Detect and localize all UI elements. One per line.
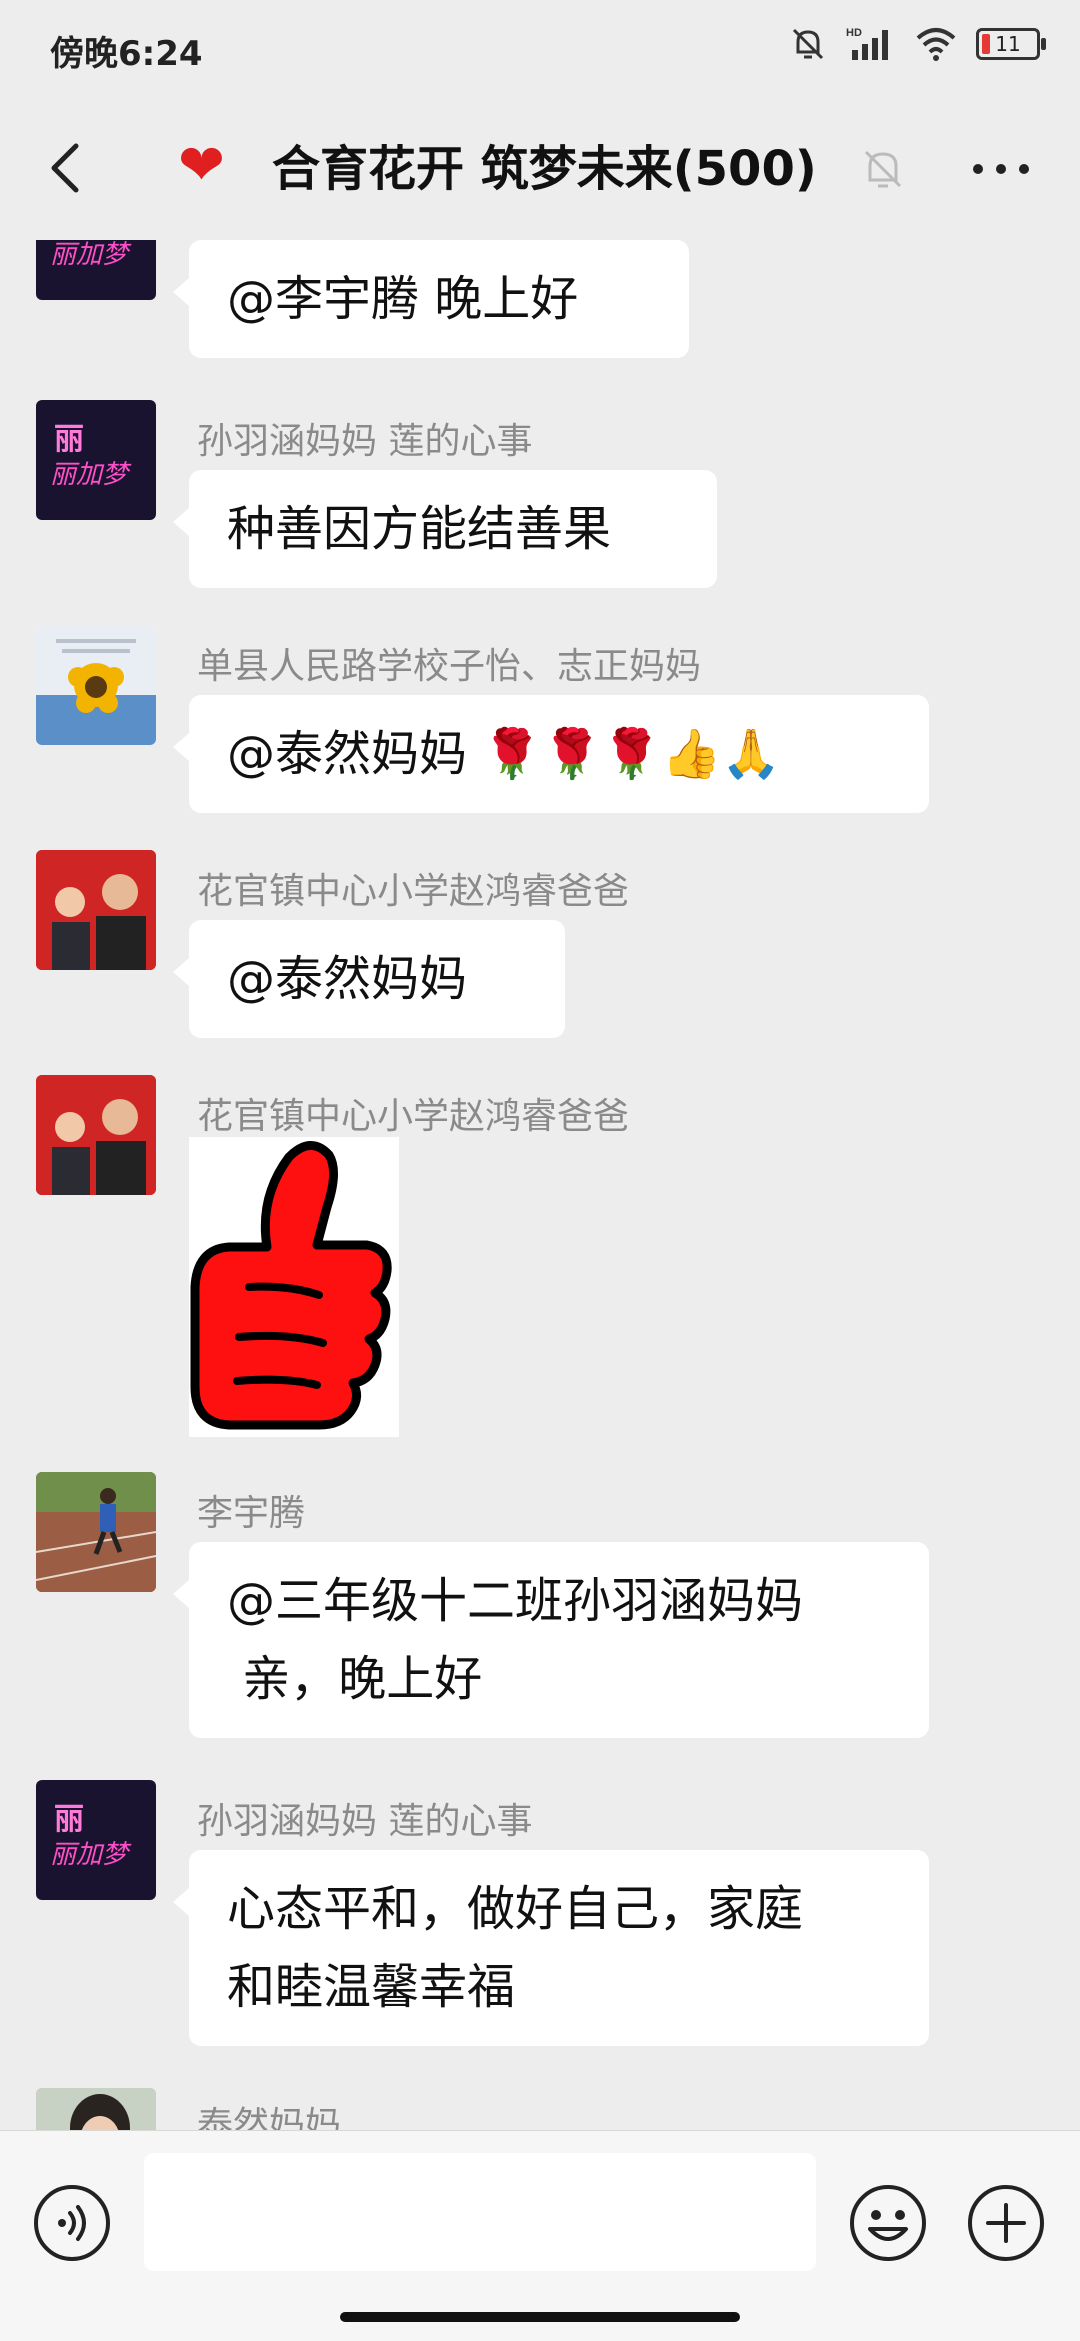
muted-bell-icon bbox=[864, 150, 902, 188]
avatar-script-text: 丽加梦 bbox=[50, 460, 129, 490]
status-bar: 傍晚6:24 HD 11 bbox=[0, 0, 1080, 100]
avatar[interactable]: 丽 丽加梦 bbox=[36, 1780, 156, 1900]
message-text: @泰然妈妈 bbox=[227, 951, 468, 1007]
avatar-script-text: 丽加梦 bbox=[50, 1840, 129, 1870]
plus-icon[interactable] bbox=[966, 2183, 1046, 2263]
status-time: 傍晚6:24 bbox=[50, 34, 203, 74]
sender-name: 花官镇中心小学赵鸿睿爸爸 bbox=[197, 1096, 630, 1137]
message-text-line: 心态平和，做好自己，家庭 bbox=[227, 1881, 804, 1937]
avatar-logo-text: 丽 bbox=[54, 1802, 84, 1837]
voice-input-icon[interactable] bbox=[32, 2183, 112, 2263]
message-text: @泰然妈妈 🌹🌹🌹👍🙏 bbox=[227, 726, 782, 782]
sunflower-image bbox=[36, 625, 156, 745]
sender-name: 孙羽涵妈妈 莲的心事 bbox=[197, 1801, 533, 1842]
status-icons: HD 11 bbox=[788, 24, 1046, 64]
avatar[interactable] bbox=[36, 625, 156, 745]
emoji-icon[interactable] bbox=[848, 2183, 928, 2263]
message-bubble[interactable]: 心态平和，做好自己，家庭 和睦温馨幸福 bbox=[173, 1850, 929, 2046]
sender-name: 花官镇中心小学赵鸿睿爸爸 bbox=[197, 871, 630, 912]
message-text: @李宇腾 晚上好 bbox=[227, 271, 579, 327]
svg-text:HD: HD bbox=[846, 27, 862, 39]
message-input[interactable] bbox=[144, 2153, 816, 2271]
sender-name: 李宇腾 bbox=[197, 1493, 306, 1534]
message-text-line: @三年级十二班孙羽涵妈妈 bbox=[227, 1573, 804, 1629]
back-arrow-icon[interactable] bbox=[40, 138, 100, 198]
home-indicator[interactable] bbox=[340, 2312, 740, 2322]
avatar-script-text: 丽加梦 bbox=[50, 240, 129, 270]
message-bubble[interactable]: @李宇腾 晚上好 bbox=[173, 240, 689, 358]
avatar[interactable] bbox=[36, 2088, 156, 2130]
signal-icon: HD bbox=[846, 27, 888, 60]
message-text-line: 亲，晚上好 bbox=[227, 1651, 483, 1707]
message-bubble[interactable]: @泰然妈妈 🌹🌹🌹👍🙏 bbox=[173, 695, 929, 813]
heart-icon: ❤ bbox=[178, 133, 225, 198]
chat-header: ❤ 合育花开 筑梦未来(500) bbox=[0, 100, 1080, 240]
battery-level: 11 bbox=[995, 32, 1021, 56]
avatar[interactable] bbox=[36, 1472, 156, 1592]
sender-name: 泰然妈妈 bbox=[197, 2105, 342, 2130]
portrait-photo bbox=[36, 2088, 156, 2130]
message-bubble[interactable]: @三年级十二班孙羽涵妈妈 亲，晚上好 bbox=[173, 1542, 929, 1738]
avatar[interactable]: 丽 丽加梦 bbox=[36, 240, 156, 300]
avatar[interactable] bbox=[36, 1075, 156, 1195]
sender-name: 单县人民路学校子怡、志正妈妈 bbox=[197, 646, 702, 687]
mute-bell-icon bbox=[792, 28, 824, 60]
message-composer bbox=[0, 2130, 1080, 2341]
sender-name: 孙羽涵妈妈 莲的心事 bbox=[197, 421, 533, 462]
battery-icon: 11 bbox=[976, 28, 1046, 60]
message-text-line: 和睦温馨幸福 bbox=[227, 1959, 516, 2015]
avatar[interactable] bbox=[36, 850, 156, 970]
chat-title[interactable]: 合育花开 筑梦未来(500) bbox=[272, 136, 817, 202]
message-bubble[interactable]: @泰然妈妈 bbox=[173, 920, 565, 1038]
more-options-icon[interactable] bbox=[966, 144, 1036, 194]
avatar[interactable]: 丽 丽加梦 bbox=[36, 400, 156, 520]
family-photo bbox=[36, 850, 156, 970]
track-photo bbox=[36, 1472, 156, 1592]
family-photo bbox=[36, 1075, 156, 1195]
message-text: 种善因方能结善果 bbox=[227, 501, 612, 557]
avatar-logo-text: 丽 bbox=[54, 422, 84, 457]
thumbs-up-sticker[interactable] bbox=[189, 1137, 399, 1437]
message-bubble[interactable]: 种善因方能结善果 bbox=[173, 470, 717, 588]
wifi-icon bbox=[916, 28, 956, 61]
message-list[interactable]: 丽 丽加梦 @李宇腾 晚上好 丽 丽加梦 孙羽涵妈妈 莲的心事 种善因方能结善果 bbox=[0, 240, 1080, 2130]
